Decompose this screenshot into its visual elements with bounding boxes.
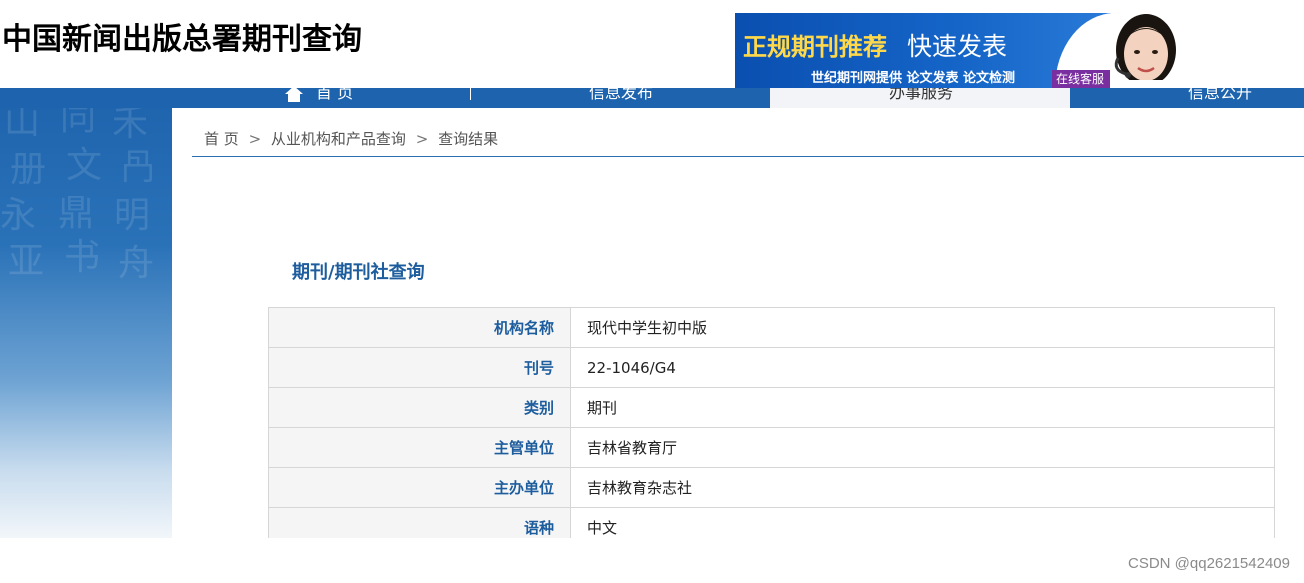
- bottom-band: [0, 538, 1304, 583]
- table-row: 主办单位 吉林教育杂志社: [268, 467, 1275, 508]
- row-value: 期刊: [570, 387, 1275, 428]
- row-value: 吉林教育杂志社: [570, 467, 1275, 508]
- home-icon: [285, 88, 303, 102]
- nav-service[interactable]: 办事服务: [889, 88, 953, 108]
- row-value: 现代中学生初中版: [570, 307, 1275, 348]
- row-label: 刊号: [268, 347, 571, 388]
- ad-headline: 正规期刊推荐: [743, 32, 887, 61]
- result-table: 机构名称 现代中学生初中版 刊号 22-1046/G4 类别 期刊 主管单位 吉…: [268, 307, 1275, 548]
- page: 山 同 禾 册 文 冎 永 鼎 明 亚 书 舟 中国新闻出版总署期刊查询 正规期…: [0, 0, 1304, 583]
- breadcrumb-separator: >: [415, 130, 429, 148]
- nav-home[interactable]: 首 页: [284, 88, 353, 108]
- breadcrumb-category[interactable]: 从业机构和产品查询: [271, 130, 406, 148]
- main-content: 首 页 > 从业机构和产品查询 > 查询结果 期刊/期刊社查询 机构名称 现代中…: [172, 108, 1304, 548]
- nav-divider: [470, 88, 471, 100]
- decorative-side-panel: 山 同 禾 册 文 冎 永 鼎 明 亚 书 舟: [0, 88, 172, 538]
- site-title: 中国新闻出版总署期刊查询: [2, 22, 362, 57]
- breadcrumb-divider: [192, 156, 1304, 157]
- nav-home-label: 首 页: [316, 88, 354, 102]
- section-title: 期刊/期刊社查询: [292, 262, 425, 283]
- ad-headline-2: 快速发表: [907, 32, 1008, 61]
- table-row: 机构名称 现代中学生初中版: [268, 307, 1275, 348]
- main-nav: 首 页 信息发布 办事服务 信息公开: [0, 88, 1304, 108]
- row-value: 吉林省教育厅: [570, 427, 1275, 468]
- site-header: 中国新闻出版总署期刊查询 正规期刊推荐 快速发表 世纪期刊网提供 论文发表 论文…: [0, 0, 1304, 88]
- breadcrumb-home[interactable]: 首 页: [204, 130, 239, 148]
- customer-service-avatar-icon: [1114, 14, 1176, 88]
- row-label: 类别: [268, 387, 571, 428]
- ad-subline: 世纪期刊网提供 论文发表 论文检测: [811, 71, 1016, 86]
- watermark: CSDN @qq2621542409: [1127, 555, 1290, 572]
- row-label: 主办单位: [268, 467, 571, 508]
- nav-info-release[interactable]: 信息发布: [589, 88, 653, 108]
- row-label: 主管单位: [268, 427, 571, 468]
- table-row: 类别 期刊: [268, 387, 1275, 428]
- breadcrumb-current: 查询结果: [438, 130, 499, 148]
- row-value: 22-1046/G4: [570, 347, 1275, 388]
- table-row: 刊号 22-1046/G4: [268, 347, 1275, 388]
- nav-info-public[interactable]: 信息公开: [1188, 88, 1252, 108]
- table-row: 主管单位 吉林省教育厅: [268, 427, 1275, 468]
- breadcrumb-separator: >: [248, 130, 262, 148]
- breadcrumb: 首 页 > 从业机构和产品查询 > 查询结果: [204, 128, 498, 149]
- row-label: 机构名称: [268, 307, 571, 348]
